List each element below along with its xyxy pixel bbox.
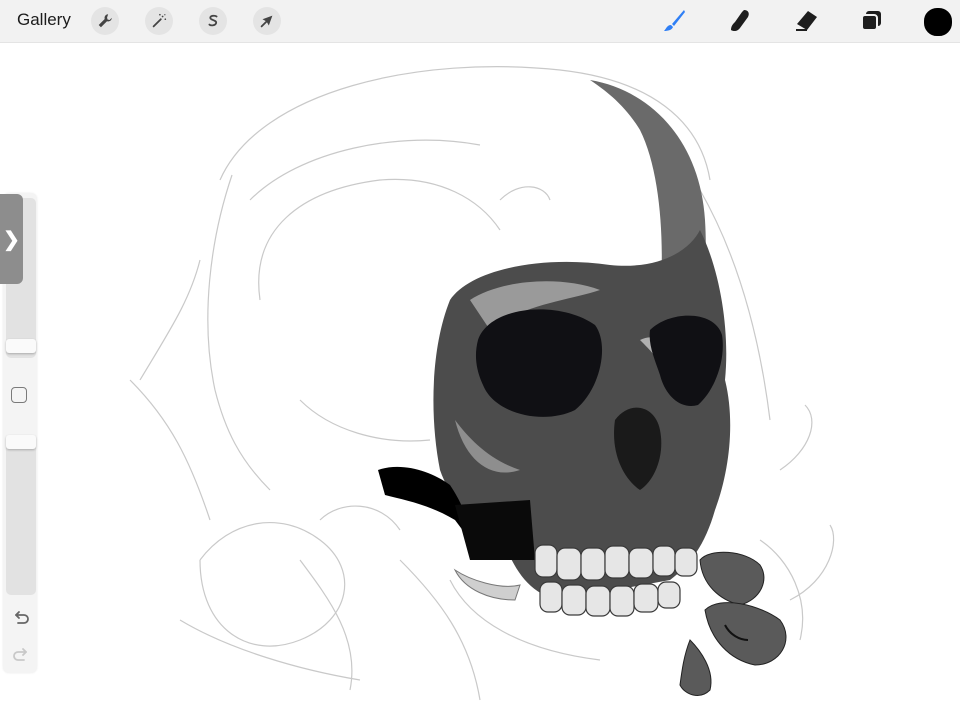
chevron-right-icon: ❯	[3, 228, 20, 251]
modify-button[interactable]	[11, 387, 27, 403]
sidebar-collapse-tab[interactable]: ❯	[0, 194, 23, 284]
opacity-thumb[interactable]	[6, 435, 36, 449]
brush-icon	[664, 10, 685, 31]
adjustments-button[interactable]	[145, 7, 173, 35]
skull-artwork	[129, 66, 835, 701]
transform-button[interactable]	[253, 7, 281, 35]
layers-button[interactable]	[857, 6, 887, 36]
top-toolbar: Gallery	[0, 0, 960, 43]
color-picker-button[interactable]	[924, 8, 952, 36]
redo-arrow-icon[interactable]	[11, 645, 31, 665]
opacity-track[interactable]	[6, 435, 36, 595]
eraser-icon	[796, 11, 817, 31]
undo-arrow-icon[interactable]	[11, 608, 31, 628]
layers-icon	[861, 11, 881, 31]
arrow-cursor-icon	[260, 15, 273, 28]
actions-button[interactable]	[91, 7, 119, 35]
selection-s-icon	[208, 14, 218, 27]
brush-tool[interactable]	[659, 6, 689, 36]
smudge-finger-icon	[731, 10, 749, 32]
brush-size-thumb[interactable]	[6, 339, 36, 353]
gallery-button[interactable]: Gallery	[17, 10, 71, 30]
drawing-canvas[interactable]: ❯	[0, 43, 960, 720]
magic-wand-icon	[152, 13, 167, 28]
smudge-tool[interactable]	[725, 6, 755, 36]
selection-button[interactable]	[199, 7, 227, 35]
eraser-tool[interactable]	[791, 6, 821, 36]
wrench-icon	[98, 14, 112, 28]
